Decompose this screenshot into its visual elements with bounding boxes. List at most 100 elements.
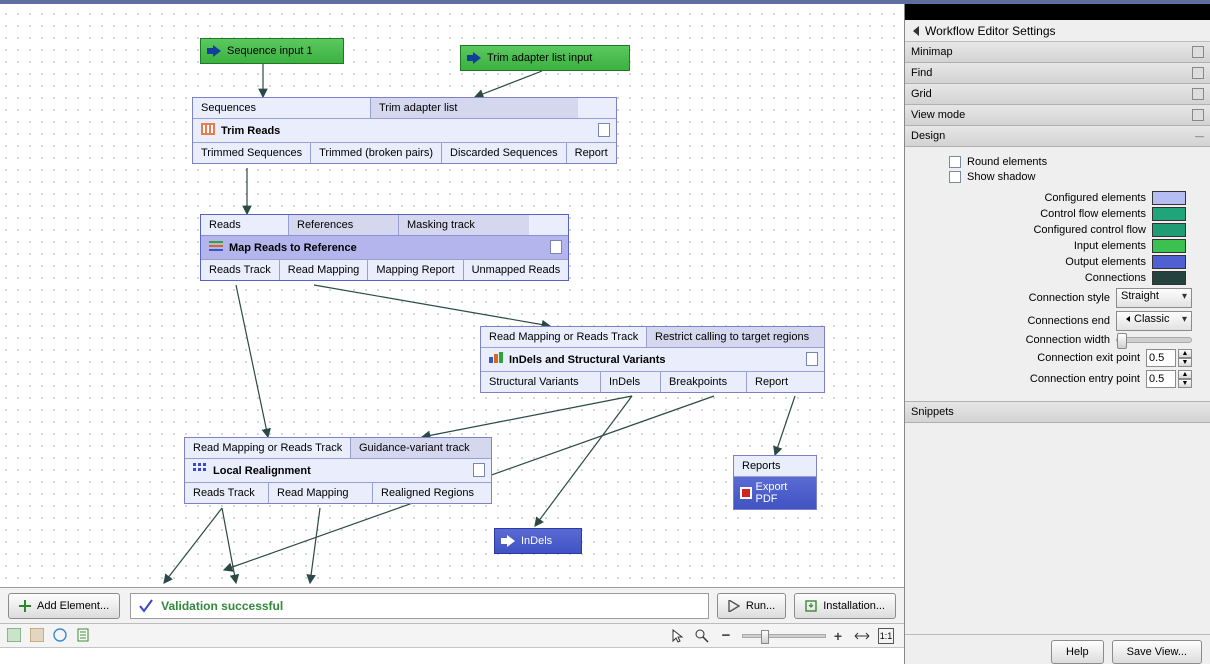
indel-icon <box>489 352 503 367</box>
port-out[interactable]: Mapping Report <box>368 260 463 280</box>
expand-icon <box>1192 109 1204 121</box>
shadow-checkbox[interactable] <box>949 171 961 183</box>
port-out[interactable]: Report <box>567 143 616 163</box>
expand-icon <box>1192 67 1204 79</box>
color-swatch[interactable] <box>1152 271 1186 285</box>
save-view-button[interactable]: Save View... <box>1112 640 1202 664</box>
validation-status: Validation successful <box>130 593 709 619</box>
port-in[interactable]: Sequences <box>193 98 371 118</box>
spin-up[interactable]: ▲ <box>1178 349 1192 358</box>
port-out[interactable]: Structural Variants <box>481 372 601 392</box>
view-icon-1[interactable] <box>6 627 22 643</box>
node-indels[interactable]: Read Mapping or Reads Track Restrict cal… <box>480 326 825 393</box>
port-in[interactable]: Reads <box>201 215 289 235</box>
port-out[interactable]: Unmapped Reads <box>464 260 569 280</box>
conn-style-select[interactable]: Straight <box>1116 288 1192 308</box>
help-button[interactable]: Help <box>1051 640 1104 664</box>
pdf-icon <box>740 487 752 499</box>
section-viewmode[interactable]: View mode <box>905 105 1210 126</box>
port-out[interactable]: Read Mapping <box>280 260 369 280</box>
node-title: Trim Reads <box>221 125 280 137</box>
exit-label: Connection exit point <box>1037 352 1140 364</box>
port-in[interactable]: Trim adapter list <box>371 98 578 118</box>
port-out[interactable]: Reads Track <box>201 260 280 280</box>
check-icon <box>139 599 153 613</box>
port-in[interactable]: Masking track <box>399 215 529 235</box>
color-swatch[interactable] <box>1152 191 1186 205</box>
view-icon-4[interactable] <box>75 627 91 643</box>
page-icon <box>598 123 610 137</box>
input-trimlist[interactable]: Trim adapter list input <box>460 45 630 71</box>
color-label: Connections <box>1085 272 1146 284</box>
port-out[interactable]: Trimmed (broken pairs) <box>311 143 442 163</box>
conn-style-label: Connection style <box>1029 292 1110 304</box>
spin-down[interactable]: ▼ <box>1178 379 1192 388</box>
node-title: InDels and Structural Variants <box>509 354 666 366</box>
conn-end-select[interactable]: Classic <box>1116 311 1192 331</box>
workflow-canvas[interactable]: Sequence input 1 Trim adapter list input… <box>0 8 904 588</box>
trim-icon <box>201 123 215 138</box>
output-indels[interactable]: InDels <box>494 528 582 554</box>
port-out[interactable]: Trimmed Sequences <box>193 143 311 163</box>
color-swatch[interactable] <box>1152 239 1186 253</box>
port-out[interactable]: Reads Track <box>185 483 269 503</box>
section-grid[interactable]: Grid <box>905 84 1210 105</box>
input-sequence[interactable]: Sequence input 1 <box>200 38 344 64</box>
node-map-reads[interactable]: Reads References Masking track Map Reads… <box>200 214 569 281</box>
run-button[interactable]: Run... <box>717 593 786 619</box>
port-out[interactable]: InDels <box>601 372 661 392</box>
node-trim-reads[interactable]: Sequences Trim adapter list Trim Reads T… <box>192 97 617 164</box>
color-swatch[interactable] <box>1152 223 1186 237</box>
panel-title-label: Workflow Editor Settings <box>925 24 1056 38</box>
port-in[interactable]: Reports <box>734 456 816 477</box>
zoom-slider[interactable] <box>742 634 826 638</box>
port-out[interactable]: Report <box>747 372 796 392</box>
port-out[interactable]: Realigned Regions <box>373 483 482 503</box>
design-section-body: Round elements Show shadow Configured el… <box>905 147 1210 402</box>
port-in[interactable]: Restrict calling to target regions <box>647 327 824 347</box>
collapse-icon[interactable] <box>911 25 921 37</box>
node-export-pdf[interactable]: Reports Export PDF <box>733 455 817 510</box>
entry-input[interactable] <box>1146 370 1176 388</box>
port-in[interactable]: References <box>289 215 399 235</box>
play-icon <box>728 600 740 612</box>
port-in[interactable]: Read Mapping or Reads Track <box>481 327 647 347</box>
spin-up[interactable]: ▲ <box>1178 370 1192 379</box>
color-label: Output elements <box>1065 256 1146 268</box>
pointer-icon[interactable] <box>670 628 686 644</box>
zoom-out-icon[interactable]: − <box>718 628 734 644</box>
port-out[interactable]: Discarded Sequences <box>442 143 567 163</box>
zoom-thumb[interactable] <box>761 630 769 644</box>
port-out[interactable]: Breakpoints <box>661 372 747 392</box>
export-label: Export PDF <box>756 481 811 505</box>
section-minimap[interactable]: Minimap <box>905 42 1210 63</box>
spin-down[interactable]: ▼ <box>1178 358 1192 367</box>
zoom-icon[interactable] <box>694 628 710 644</box>
installation-button[interactable]: Installation... <box>794 593 896 619</box>
section-design[interactable]: Design — <box>905 126 1210 147</box>
zoom-in-icon[interactable]: + <box>830 628 846 644</box>
view-icon-3[interactable] <box>52 627 68 643</box>
conn-width-slider[interactable] <box>1116 337 1192 343</box>
map-icon <box>209 240 223 255</box>
conn-end-label: Connections end <box>1027 315 1110 327</box>
section-snippets[interactable]: Snippets <box>905 402 1210 423</box>
section-find[interactable]: Find <box>905 63 1210 84</box>
port-out[interactable]: Read Mapping <box>269 483 373 503</box>
panel-footer: Help Save View... <box>905 634 1210 664</box>
color-swatch[interactable] <box>1152 255 1186 269</box>
color-swatch[interactable] <box>1152 207 1186 221</box>
node-local-realign[interactable]: Read Mapping or Reads Track Guidance-var… <box>184 437 492 504</box>
fit-scale-icon[interactable]: 1:1 <box>878 628 894 644</box>
port-in[interactable]: Read Mapping or Reads Track <box>185 438 351 458</box>
round-checkbox[interactable] <box>949 156 961 168</box>
view-icon-2[interactable] <box>29 627 45 643</box>
collapse-icon: — <box>1195 131 1204 141</box>
exit-input[interactable] <box>1146 349 1176 367</box>
fit-width-icon[interactable] <box>854 628 870 644</box>
add-element-button[interactable]: Add Element... <box>8 593 120 619</box>
port-in[interactable]: Guidance-variant track <box>351 438 491 458</box>
color-label: Configured control flow <box>1033 224 1146 236</box>
slider-thumb[interactable] <box>1117 333 1127 349</box>
page-icon <box>806 352 818 366</box>
